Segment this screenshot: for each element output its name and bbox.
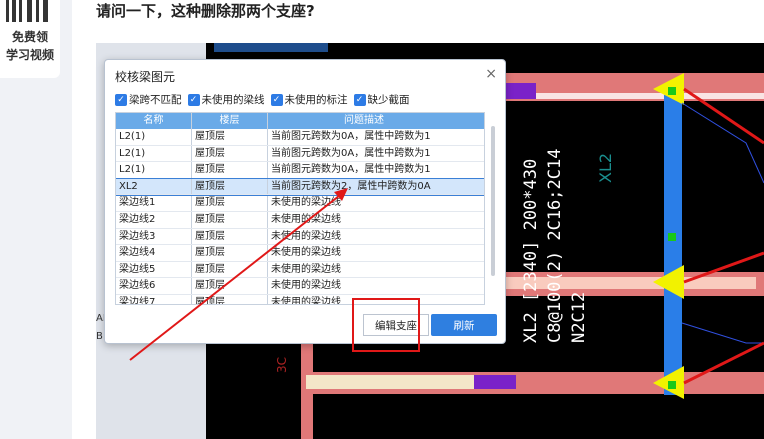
cell-description: 当前图元跨数为0A，属性中跨数为1 (271, 147, 431, 159)
hatch-bottom (306, 375, 486, 389)
check-beam-dialog: 校核梁图元 × ✓ 梁跨不匹配 ✓ 未使用的梁线 ✓ 未使用的标注 ✓ 缺少截面 名称 … (104, 59, 506, 344)
cell-description: 未使用的梁边线 (271, 197, 341, 209)
cell-name: L2(1) (116, 129, 192, 145)
cell-name: 梁边线6 (116, 278, 192, 294)
issues-table: 名称 楼层 问题描述 L2(1) 屋顶层 当前图元跨数为0A，属性中跨数为1 L2(1… (115, 112, 485, 305)
refresh-button[interactable]: 刷新 (431, 314, 497, 336)
cell-floor: 屋顶层 (192, 245, 268, 261)
cell-name: 梁边线5 (116, 261, 192, 278)
cell-name: L2(1) (116, 162, 192, 178)
table-row[interactable]: 梁边线2 屋顶层 未使用的梁边线 (116, 211, 484, 229)
col-description[interactable]: 问题描述 (268, 113, 460, 129)
purple-block-2 (474, 375, 516, 389)
checkbox-icon: ✓ (353, 93, 366, 106)
col-name[interactable]: 名称 (116, 113, 192, 129)
dialog-title: 校核梁图元 (115, 70, 176, 84)
cell-description: 当前图元跨数为2，属性中跨数为0A (271, 180, 431, 192)
filter-unused-beam-line[interactable]: ✓ 未使用的梁线 (187, 92, 265, 107)
cell-floor: 屋顶层 (192, 178, 268, 195)
cell-description: 未使用的梁边线 (271, 263, 341, 275)
qr-text-line-2: 学习视频 (5, 48, 54, 62)
checkbox-icon: ✓ (270, 93, 283, 106)
page-root: 免费领 学习视频 请问一下，这种删除那两个支座? XL2 [2340] 200*… (0, 0, 764, 439)
cell-name: L2(1) (116, 145, 192, 162)
main-content: 请问一下，这种删除那两个支座? XL2 [2340] 200*430 C8@10… (72, 0, 764, 439)
cell-name: 梁边线1 (116, 195, 192, 211)
cell-name: 梁边线4 (116, 245, 192, 261)
table-row[interactable]: L2(1) 屋顶层 当前图元跨数为0A，属性中跨数为1 (116, 145, 484, 163)
close-icon[interactable]: × (485, 66, 497, 82)
highlight-box (352, 298, 420, 352)
col-floor[interactable]: 楼层 (192, 113, 268, 129)
scroll-thumb[interactable] (491, 126, 495, 276)
annotation-line-1: XL2 [2340] 200*430 (521, 159, 541, 343)
filter-label: 梁跨不匹配 (129, 94, 182, 106)
cell-floor: 屋顶层 (192, 294, 268, 304)
qr-card[interactable]: 免费领 学习视频 (0, 0, 60, 78)
cell-floor: 屋顶层 (192, 261, 268, 278)
grip-bottom (668, 381, 676, 389)
cell-name: XL2 (116, 178, 192, 195)
cell-description: 未使用的梁边线 (271, 213, 341, 225)
cell-floor: 屋顶层 (192, 129, 268, 145)
table-row[interactable]: L2(1) 屋顶层 当前图元跨数为0A，属性中跨数为1 (116, 129, 484, 146)
small-beam-label: XL2 (596, 153, 615, 183)
table-header: 名称 楼层 问题描述 (116, 113, 484, 129)
purple-block-1 (506, 83, 536, 99)
cell-description: 未使用的梁边线 (271, 280, 341, 292)
svg-text:3C: 3C (275, 357, 289, 373)
table-row[interactable]: 梁边线7 屋顶层 未使用的梁边线 (116, 294, 484, 304)
qr-text-line-1: 免费领 (11, 30, 48, 44)
cell-name: 梁边线2 (116, 211, 192, 228)
beam-annotation: XL2 [2340] 200*430 C8@100(2) 2C16;2C14 N… (521, 149, 589, 343)
filter-label: 未使用的标注 (284, 94, 348, 106)
table-row[interactable]: 梁边线3 屋顶层 未使用的梁边线 (116, 228, 484, 246)
left-small-label: 3C (275, 357, 289, 373)
table-row[interactable]: XL2 屋顶层 当前图元跨数为2，属性中跨数为0A (116, 177, 484, 197)
filter-unused-annotation[interactable]: ✓ 未使用的标注 (270, 92, 348, 107)
table-row[interactable]: L2(1) 屋顶层 当前图元跨数为0A，属性中跨数为1 (116, 162, 484, 179)
cell-name: 梁边线7 (116, 294, 192, 304)
table-row[interactable]: 梁边线6 屋顶层 未使用的梁边线 (116, 278, 484, 295)
selected-beam-blue (664, 95, 682, 395)
cell-floor: 屋顶层 (192, 195, 268, 211)
side-label-2: B (96, 331, 103, 342)
cell-floor: 屋顶层 (192, 211, 268, 228)
grip-mid (668, 233, 676, 241)
cell-description: 未使用的梁边线 (271, 230, 341, 242)
filter-span-mismatch[interactable]: ✓ 梁跨不匹配 (115, 92, 182, 107)
cell-description: 当前图元跨数为0A，属性中跨数为1 (271, 164, 431, 176)
grip-top (668, 87, 676, 95)
cell-floor: 屋顶层 (192, 278, 268, 294)
filter-missing-section[interactable]: ✓ 缺少截面 (353, 92, 410, 107)
blue-line-2 (681, 322, 764, 344)
filter-checkboxes: ✓ 梁跨不匹配 ✓ 未使用的梁线 ✓ 未使用的标注 ✓ 缺少截面 (115, 92, 410, 107)
annotation-line-3: N2C12 (569, 292, 589, 343)
table-row[interactable]: 梁边线4 屋顶层 未使用的梁边线 (116, 245, 484, 262)
question-title: 请问一下，这种删除那两个支座? (96, 2, 315, 20)
filter-label: 未使用的梁线 (201, 94, 265, 106)
checkbox-icon: ✓ (187, 93, 200, 106)
left-panel: 免费领 学习视频 (0, 0, 72, 439)
cell-description: 当前图元跨数为0A，属性中跨数为1 (271, 131, 431, 142)
filter-label: 缺少截面 (367, 94, 410, 106)
cell-floor: 屋顶层 (192, 228, 268, 245)
svg-text:XL2: XL2 (596, 153, 615, 183)
cell-floor: 屋顶层 (192, 145, 268, 162)
annotation-line-2: C8@100(2) 2C16;2C14 (545, 149, 565, 343)
table-row[interactable]: 梁边线1 屋顶层 未使用的梁边线 (116, 195, 484, 212)
cell-name: 梁边线3 (116, 228, 192, 245)
cell-floor: 屋顶层 (192, 162, 268, 178)
cell-description: 未使用的梁边线 (271, 247, 341, 259)
table-scrollbar[interactable] (489, 112, 497, 305)
qr-code-image (6, 0, 52, 22)
table-row[interactable]: 梁边线5 屋顶层 未使用的梁边线 (116, 261, 484, 279)
checkbox-icon: ✓ (115, 93, 127, 106)
